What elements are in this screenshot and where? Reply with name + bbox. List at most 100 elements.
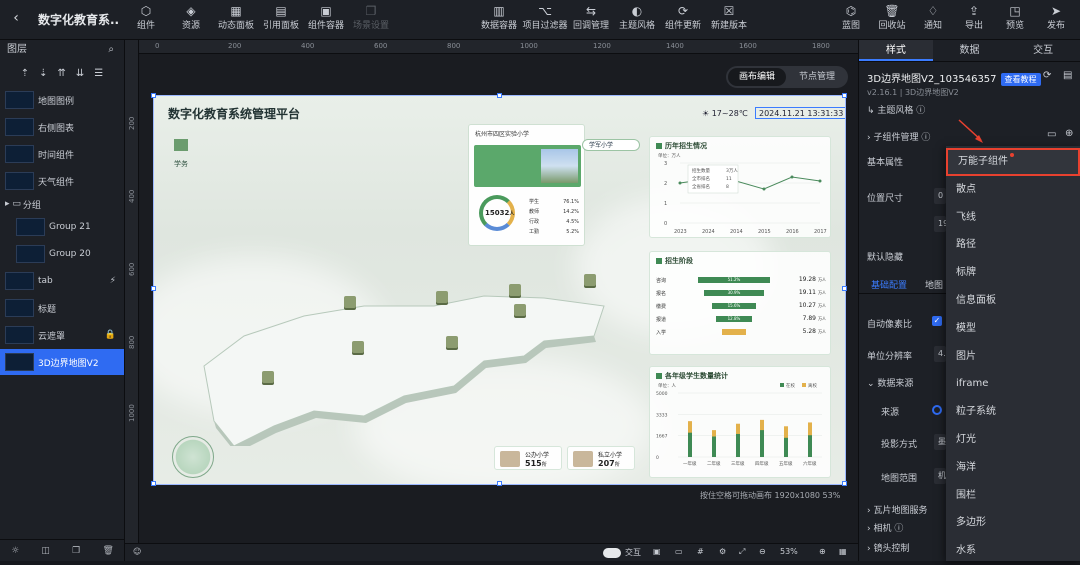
menu-item[interactable]: 标牌 — [946, 259, 1080, 287]
toolbar-button[interactable]: ⇆ 回调管理 — [568, 3, 614, 37]
node-manage-tab[interactable]: 节点管理 — [788, 68, 846, 86]
school-tag[interactable]: 学军小学 — [582, 139, 640, 151]
move-top-icon[interactable]: ⇈ — [58, 68, 66, 79]
delete-icon[interactable]: 🗑 — [102, 546, 113, 556]
school-marker[interactable] — [352, 341, 364, 353]
property-tab[interactable]: 数据 — [933, 40, 1007, 61]
datetime-display[interactable]: 2024.11.21 13:31:33 — [755, 107, 845, 119]
add-icon[interactable]: ⊕ — [1065, 128, 1073, 139]
school-count-card[interactable]: 公办小学 515所 — [494, 446, 562, 470]
layer-item[interactable]: tab ⚡ — [0, 268, 124, 294]
map-icon[interactable]: ▦ — [839, 547, 847, 556]
menu-item[interactable]: 路径 — [946, 231, 1080, 259]
school-count-card[interactable]: 私立小学 207所 — [567, 446, 635, 470]
toolbar-button[interactable]: ⟳ 组件更新 — [660, 3, 706, 37]
toolbar-button[interactable]: ➤ 发布 — [1033, 3, 1079, 37]
settings-icon[interactable]: ⚙ — [719, 547, 726, 556]
school-marker[interactable] — [436, 291, 448, 303]
fit-icon[interactable]: ⤢ — [739, 547, 745, 557]
layer-item[interactable]: 时间组件 — [0, 141, 124, 167]
toolbar-button[interactable]: ⌬ 蓝图 — [828, 3, 874, 37]
toolbar-button[interactable]: ▣ 组件容器 — [303, 3, 349, 37]
resize-handle[interactable] — [842, 481, 847, 486]
toolbar-button[interactable]: ▥ 数据容器 — [476, 3, 522, 37]
lock-icon[interactable]: 🔒 — [105, 330, 116, 340]
image-icon[interactable]: ▣ — [653, 547, 661, 556]
layer-item[interactable]: ▸ ▭ 分组 — [0, 195, 124, 213]
menu-item[interactable]: 飞线 — [946, 204, 1080, 232]
toolbar-button[interactable]: ◐ 主题风格 — [614, 3, 660, 37]
menu-item[interactable]: 灯光 — [946, 426, 1080, 454]
folder-icon[interactable]: ▭ — [1047, 129, 1056, 140]
sub-tab-map[interactable]: 地图 — [925, 278, 943, 291]
toolbar-button[interactable]: ♢ 通知 — [910, 3, 956, 37]
sub-component-manage[interactable]: › 子组件管理 ⓘ — [867, 130, 930, 143]
resize-handle[interactable] — [151, 481, 156, 486]
pos-y-field[interactable]: 19 — [934, 216, 948, 232]
school-marker[interactable] — [344, 296, 356, 308]
refresh-icon[interactable]: ⟳ — [1043, 70, 1051, 81]
user-icon[interactable]: ☺ — [133, 547, 141, 556]
data-source-section[interactable]: ⌄ 数据来源 — [867, 376, 913, 389]
unit-res-field[interactable]: 4.5 — [934, 346, 951, 362]
menu-item[interactable]: 模型 — [946, 315, 1080, 343]
zoom-in-icon[interactable]: ⊕ — [819, 547, 826, 556]
layer-item[interactable]: 标题 — [0, 295, 124, 321]
canvas-area[interactable]: 0 200 400 600 800 1000 1200 1400 1600 1800 200 400… — [125, 40, 858, 561]
property-tab[interactable]: 样式 — [859, 40, 933, 61]
doc-button[interactable]: 查看教程 — [1000, 73, 1041, 86]
zoom-level[interactable]: 53% — [780, 547, 798, 556]
toolbar-button[interactable]: ◈ 资源 — [168, 3, 214, 37]
layer-item[interactable]: 3D边界地图V2 — [0, 349, 124, 375]
resize-handle[interactable] — [497, 481, 502, 486]
toolbar-button[interactable]: ⌥ 项目过滤器 — [522, 3, 568, 37]
tile-service-section[interactable]: › 瓦片地图服务 — [867, 503, 927, 516]
source-radio[interactable] — [932, 405, 942, 415]
toolbar-button[interactable]: ⇪ 导出 — [951, 3, 997, 37]
projection-select[interactable]: 墨 — [934, 434, 946, 450]
layer-item[interactable]: 云遮罩 🔒 — [0, 322, 124, 348]
menu-item[interactable]: 多边形 — [946, 509, 1080, 537]
grade-panel[interactable]: 各年级学生数量统计 单位：人 在校 离校 5000 3333 1667 0 一年级 二年级 三年级… — [649, 366, 831, 478]
compass-icon[interactable] — [172, 436, 214, 478]
resize-handle[interactable] — [842, 93, 847, 98]
menu-item[interactable]: 信息面板 — [946, 287, 1080, 315]
resize-handle[interactable] — [842, 286, 847, 291]
menu-item[interactable]: 围栏 — [946, 482, 1080, 510]
toolbar-button[interactable]: ▤ 引用面板 — [258, 3, 304, 37]
stage-panel[interactable]: 招生阶段 咨询 51.2% 19.28 万人 报名 30.9% 19.11 万人 缴费 15.6%… — [649, 251, 831, 355]
resize-handle[interactable] — [151, 93, 156, 98]
school-marker[interactable] — [509, 284, 521, 296]
toolbar-button[interactable]: ◳ 预览 — [992, 3, 1038, 37]
lightning-icon[interactable]: ⚡ — [110, 276, 116, 286]
toolbar-button[interactable]: ☒ 新建版本 — [706, 3, 752, 37]
artboard[interactable]: 数字化教育系统管理平台 ☀ 17~28℃ 2024.11.21 13:31:33… — [153, 95, 846, 485]
theme-style-link[interactable]: ↳ 主题风格 ⓘ — [867, 103, 925, 116]
school-marker[interactable] — [514, 304, 526, 316]
layer-item[interactable]: 右侧图表 — [0, 114, 124, 140]
layer-item[interactable]: Group 21 — [0, 214, 124, 240]
layer-item[interactable]: Group 20 — [0, 241, 124, 267]
school-info-popup[interactable]: 杭州市四区实验小学 15032人 学生 76.1% 教师 14.2% 行政 4.5% 工勤 5… — [468, 124, 585, 246]
file-icon[interactable]: ▤ — [1063, 70, 1072, 81]
school-marker[interactable] — [584, 274, 596, 286]
toolbar-button[interactable]: ▦ 动态面板 — [213, 3, 259, 37]
camera-section[interactable]: › 相机 ⓘ — [867, 521, 903, 534]
lock-icon[interactable]: ◫ — [41, 546, 50, 556]
auto-pixel-checkbox[interactable]: ✓ — [932, 316, 942, 326]
search-icon[interactable]: ⌕ — [108, 40, 114, 60]
menu-item[interactable]: 散点 — [946, 176, 1080, 204]
list-icon[interactable]: ☰ — [94, 68, 103, 79]
bulb-icon[interactable]: ☼ — [11, 546, 19, 556]
monitor-icon[interactable]: ▭ — [675, 547, 683, 556]
lens-section[interactable]: › 镜头控制 — [867, 541, 909, 554]
resize-handle[interactable] — [497, 93, 502, 98]
sub-tab-basic[interactable]: 基础配置 — [871, 278, 907, 291]
resize-handle[interactable] — [151, 286, 156, 291]
menu-item[interactable]: 粒子系统 — [946, 398, 1080, 426]
menu-item[interactable]: 图片 — [946, 343, 1080, 371]
zoom-out-icon[interactable]: ⊖ — [759, 547, 766, 556]
map-range-select[interactable]: 机 — [934, 468, 946, 484]
move-down-icon[interactable]: ⇣ — [39, 68, 47, 79]
province-map[interactable] — [184, 246, 614, 446]
